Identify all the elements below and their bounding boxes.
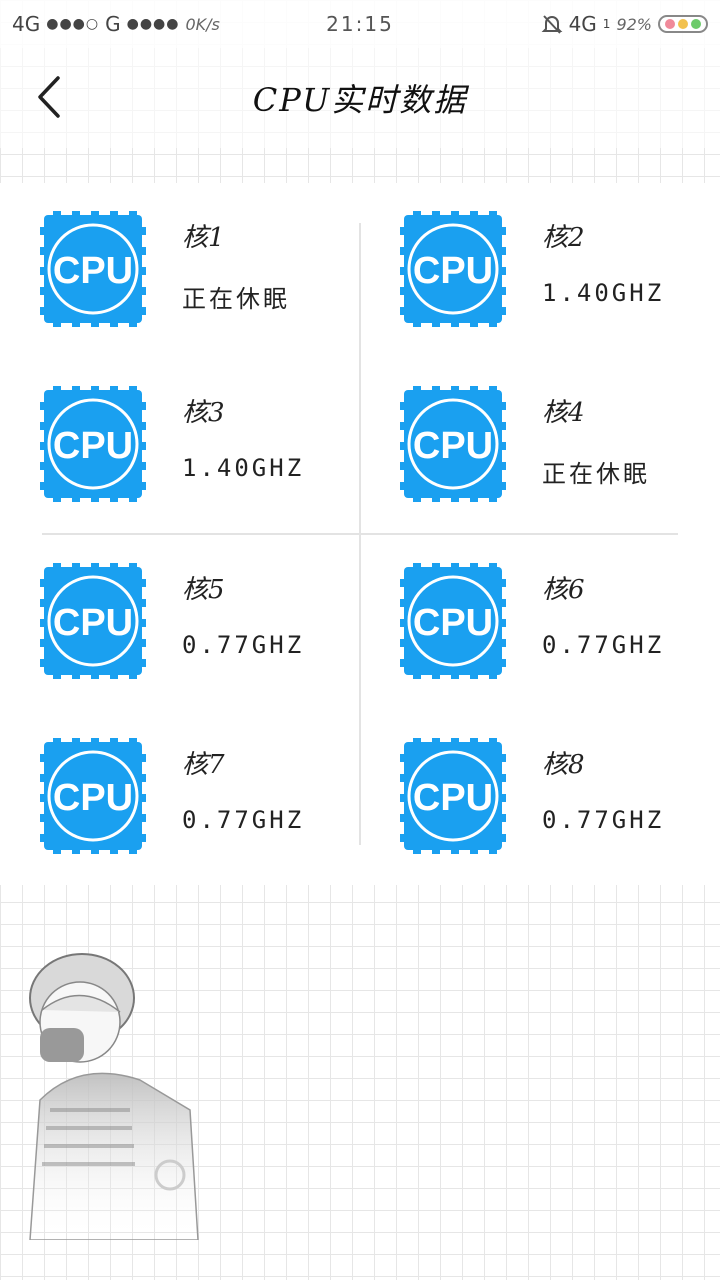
cpu-icon: CPU [40, 563, 146, 679]
core-item-5: CPU 核5 0.77GHZ [40, 563, 360, 683]
battery-icon [658, 15, 708, 33]
core-item-4: CPU 核4 正在休眠 [400, 386, 720, 506]
core-frequency: 正在休眠 [182, 285, 290, 313]
status-bar: 4G ●●●○ G ●●●● 0K/s 21:15 4G 1 92% [0, 0, 720, 48]
cpu-icon: CPU [400, 386, 506, 502]
core-name: 核1 [182, 223, 225, 253]
core-name: 核6 [542, 575, 585, 605]
core-item-6: CPU 核6 0.77GHZ [400, 563, 720, 683]
cpu-icon: CPU [40, 738, 146, 854]
core-frequency: 1.40GHZ [542, 279, 665, 307]
svg-text:CPU: CPU [413, 250, 493, 292]
bell-muted-icon [541, 13, 563, 35]
cpu-icon: CPU [400, 563, 506, 679]
svg-text:CPU: CPU [413, 777, 493, 819]
core-item-1: CPU 核1 正在休眠 [40, 211, 360, 331]
core-name: 核7 [182, 750, 225, 780]
cpu-icon: CPU [40, 211, 146, 327]
core-frequency: 0.77GHZ [542, 806, 665, 834]
cpu-core-panel: CPU 核1 正在休眠 CPU 核2 1.40GHZ CPU 核3 1.40GH… [0, 183, 720, 885]
signal-strength-left: ●●●○ [46, 16, 100, 32]
core-name: 核3 [182, 398, 225, 428]
background-character-illustration [20, 950, 210, 1241]
sim-slot: 1 [602, 17, 611, 31]
svg-text:CPU: CPU [53, 250, 133, 292]
core-item-3: CPU 核3 1.40GHZ [40, 386, 360, 506]
core-frequency: 正在休眠 [542, 460, 650, 488]
core-name: 核8 [542, 750, 585, 780]
core-item-2: CPU 核2 1.40GHZ [400, 211, 720, 331]
battery-percent: 92% [616, 14, 652, 34]
core-name: 核2 [542, 223, 585, 253]
status-left: 4G ●●●○ G ●●●● 0K/s [12, 12, 220, 36]
core-frequency: 0.77GHZ [542, 631, 665, 659]
app-header: CPU实时数据 [0, 48, 720, 148]
svg-text:CPU: CPU [413, 602, 493, 644]
core-frequency: 0.77GHZ [182, 806, 305, 834]
page-title: CPU实时数据 [252, 81, 468, 119]
network-type-left: 4G [12, 12, 41, 36]
network-type-mid: G [105, 12, 121, 36]
cpu-icon: CPU [400, 211, 506, 327]
status-right: 4G 1 92% [541, 12, 708, 36]
core-item-8: CPU 核8 0.77GHZ [400, 738, 720, 858]
signal-strength-mid: ●●●● [126, 16, 180, 32]
svg-text:CPU: CPU [53, 777, 133, 819]
network-speed: 0K/s [185, 14, 220, 34]
cpu-icon: CPU [400, 738, 506, 854]
back-button[interactable] [30, 72, 70, 122]
svg-text:CPU: CPU [413, 425, 493, 467]
svg-text:CPU: CPU [53, 425, 133, 467]
horizontal-divider [42, 533, 678, 535]
core-name: 核4 [542, 398, 585, 428]
chevron-left-icon [38, 76, 60, 118]
cpu-icon: CPU [40, 386, 146, 502]
core-item-7: CPU 核7 0.77GHZ [40, 738, 360, 858]
core-frequency: 1.40GHZ [182, 454, 305, 482]
core-frequency: 0.77GHZ [182, 631, 305, 659]
network-type-right: 4G [568, 12, 597, 36]
svg-text:CPU: CPU [53, 602, 133, 644]
core-name: 核5 [182, 575, 225, 605]
